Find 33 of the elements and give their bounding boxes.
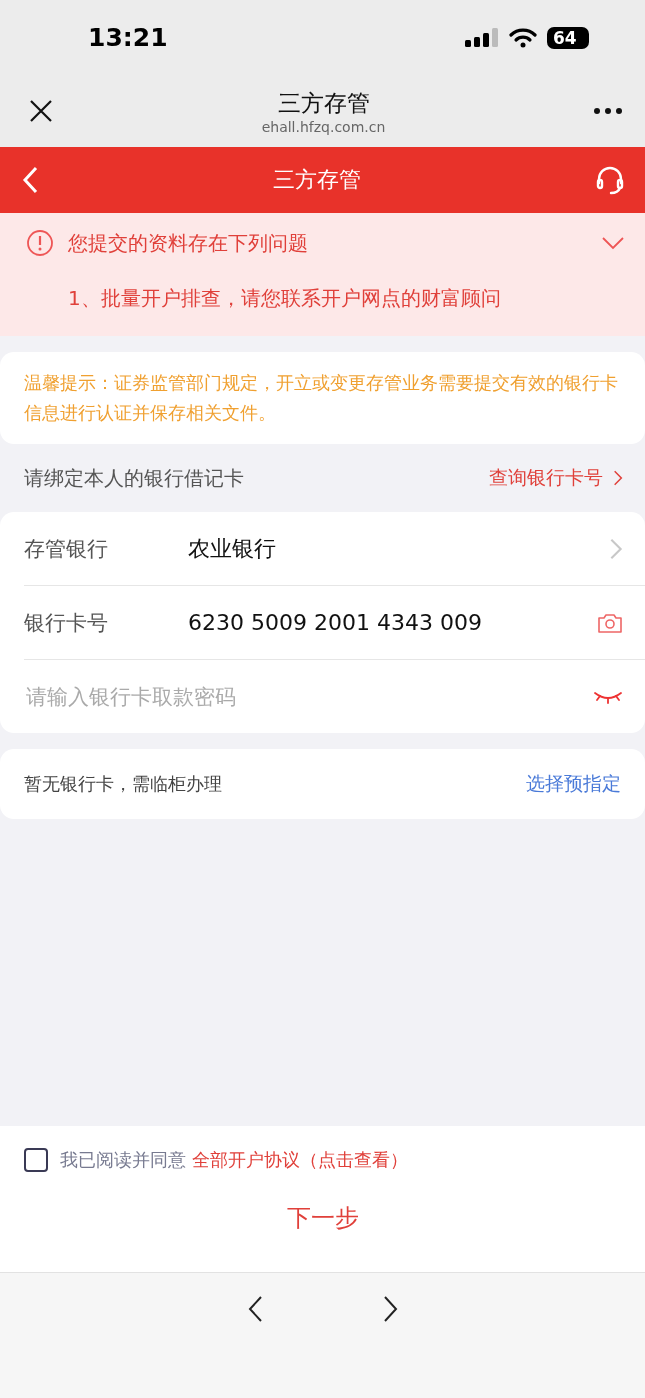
page-url: ehall.hfzq.com.cn: [261, 118, 386, 135]
agreement-text: 我已阅读并同意 全部开户协议（点击查看）: [60, 1148, 408, 1172]
field-label: 银行卡号: [24, 609, 109, 637]
status-time: 13:21: [88, 23, 169, 52]
more-icon[interactable]: [593, 107, 623, 115]
signal-icon: [465, 27, 499, 48]
query-card-link[interactable]: 查询银行卡号: [489, 465, 623, 491]
forward-icon[interactable]: [382, 1295, 399, 1323]
header-title: 三方存管: [271, 166, 362, 194]
card-number-value[interactable]: 6230 5009 2001 4343 009: [188, 610, 597, 635]
error-item: 1、批量开户排查，请您联系开户网点的财富顾问: [68, 285, 502, 312]
back-icon[interactable]: [246, 1295, 263, 1323]
camera-icon[interactable]: [597, 611, 623, 634]
warning-icon: [26, 229, 54, 257]
agreement-link[interactable]: 全部开户协议（点击查看）: [191, 1149, 408, 1170]
chevron-right-icon: [613, 469, 623, 487]
page-title: 三方存管: [277, 88, 370, 118]
chevron-down-icon[interactable]: [601, 236, 625, 250]
no-card-text: 暂无银行卡，需临柜办理: [24, 772, 223, 796]
tip-notice: 温馨提示：证券监管部门规定，开立或变更存管业务需要提交有效的银行卡信息进行认证并保存相关文件。: [0, 352, 645, 444]
chevron-right-icon: [609, 536, 623, 561]
error-title: 您提交的资料存在下列问题: [68, 229, 309, 257]
password-field[interactable]: 请输入银行卡取款密码: [24, 684, 593, 709]
wifi-icon: [509, 27, 537, 48]
bank-value[interactable]: 农业银行: [188, 533, 609, 564]
next-button[interactable]: 下一步: [274, 1198, 371, 1238]
field-label: 存管银行: [24, 535, 109, 563]
close-icon[interactable]: [28, 98, 54, 124]
battery-indicator: 64: [547, 26, 589, 49]
headset-icon[interactable]: [595, 165, 625, 195]
preassign-link[interactable]: 选择预指定: [526, 771, 621, 797]
section-label: 请绑定本人的银行借记卡: [24, 464, 245, 492]
agree-checkbox[interactable]: [24, 1148, 48, 1172]
